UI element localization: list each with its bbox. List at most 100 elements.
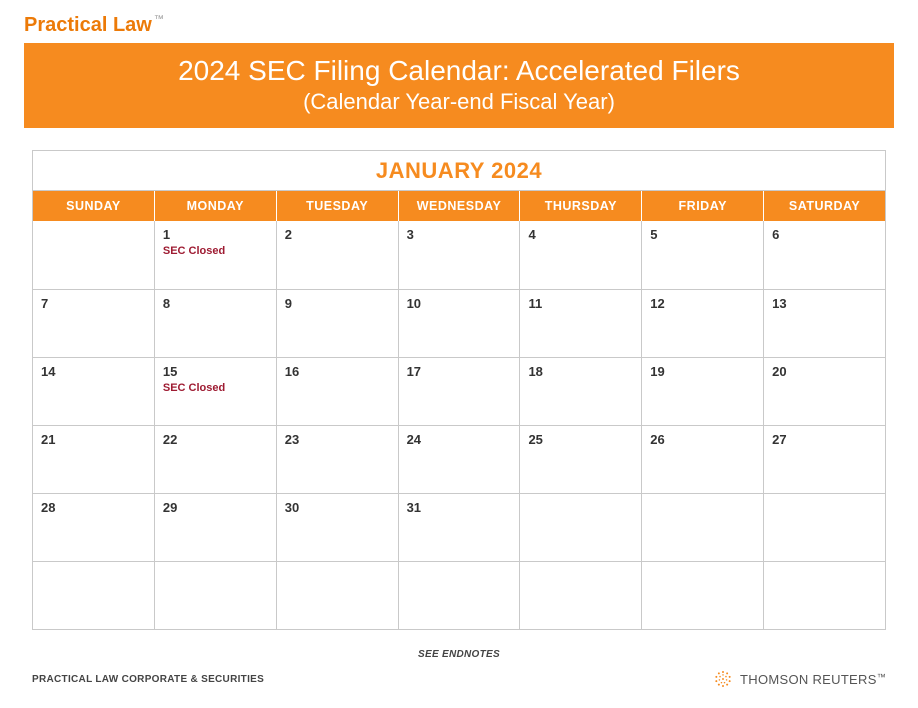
day-header-friday: FRIDAY [642, 191, 764, 221]
calendar-cell: 2 [277, 221, 399, 289]
calendar-cell: 17 [399, 358, 521, 425]
calendar-cell [399, 562, 521, 629]
calendar-cell: 6 [764, 221, 885, 289]
day-number: 23 [285, 432, 390, 447]
calendar-cell [520, 494, 642, 561]
week-row: 14 15 SEC Closed 16 17 18 19 20 [33, 357, 885, 425]
thomson-reuters-icon [714, 670, 732, 688]
week-row: 7 8 9 10 11 12 13 [33, 289, 885, 357]
calendar-cell: 5 [642, 221, 764, 289]
calendar-cell: 4 [520, 221, 642, 289]
calendar-cell: 15 SEC Closed [155, 358, 277, 425]
calendar-cell [33, 562, 155, 629]
day-number: 10 [407, 296, 512, 311]
day-number: 7 [41, 296, 146, 311]
day-number: 18 [528, 364, 633, 379]
calendar-cell: 12 [642, 290, 764, 357]
footer-row: PRACTICAL LAW CORPORATE & SECURITIES [32, 670, 886, 688]
calendar-cell: 1 SEC Closed [155, 221, 277, 289]
endnotes-text: SEE ENDNOTES [32, 649, 886, 660]
day-number: 3 [407, 227, 512, 242]
day-number: 1 [163, 227, 268, 242]
day-number: 13 [772, 296, 877, 311]
day-note: SEC Closed [163, 382, 268, 394]
calendar-cell [764, 562, 885, 629]
calendar-cell: 14 [33, 358, 155, 425]
day-number: 5 [650, 227, 755, 242]
calendar-cell [33, 221, 155, 289]
calendar-cell: 13 [764, 290, 885, 357]
day-number: 20 [772, 364, 877, 379]
calendar: JANUARY 2024 SUNDAY MONDAY TUESDAY WEDNE… [32, 150, 886, 630]
calendar-cell [642, 494, 764, 561]
calendar-cell: 9 [277, 290, 399, 357]
day-number: 26 [650, 432, 755, 447]
day-number: 2 [285, 227, 390, 242]
day-number: 8 [163, 296, 268, 311]
day-number: 29 [163, 500, 268, 515]
week-row [33, 561, 885, 629]
footer-right-text: THOMSON REUTERS™ [740, 672, 886, 687]
calendar-cell [155, 562, 277, 629]
calendar-cell: 23 [277, 426, 399, 493]
footer-right: THOMSON REUTERS™ [714, 670, 886, 688]
day-number: 21 [41, 432, 146, 447]
calendar-cell: 26 [642, 426, 764, 493]
week-row: 1 SEC Closed 2 3 4 5 6 [33, 221, 885, 289]
day-number: 17 [407, 364, 512, 379]
footer-left: PRACTICAL LAW CORPORATE & SECURITIES [32, 674, 264, 685]
day-header-row: SUNDAY MONDAY TUESDAY WEDNESDAY THURSDAY… [33, 191, 885, 221]
day-number: 11 [528, 296, 633, 311]
day-number: 15 [163, 364, 268, 379]
calendar-cell: 31 [399, 494, 521, 561]
day-number: 28 [41, 500, 146, 515]
day-header-wednesday: WEDNESDAY [399, 191, 521, 221]
day-number: 4 [528, 227, 633, 242]
day-header-monday: MONDAY [155, 191, 277, 221]
calendar-cell: 24 [399, 426, 521, 493]
day-number: 9 [285, 296, 390, 311]
calendar-cell: 30 [277, 494, 399, 561]
day-number: 16 [285, 364, 390, 379]
day-number: 27 [772, 432, 877, 447]
calendar-cell: 11 [520, 290, 642, 357]
calendar-cell: 10 [399, 290, 521, 357]
day-number: 25 [528, 432, 633, 447]
title-line2: (Calendar Year-end Fiscal Year) [36, 88, 882, 116]
day-header-saturday: SATURDAY [764, 191, 885, 221]
calendar-cell: 8 [155, 290, 277, 357]
day-number: 30 [285, 500, 390, 515]
day-number: 6 [772, 227, 877, 242]
calendar-cell [764, 494, 885, 561]
day-number: 19 [650, 364, 755, 379]
calendar-cell [642, 562, 764, 629]
trademark-symbol: ™ [154, 14, 164, 25]
calendar-cell: 29 [155, 494, 277, 561]
day-header-tuesday: TUESDAY [277, 191, 399, 221]
calendar-cell: 3 [399, 221, 521, 289]
day-number: 24 [407, 432, 512, 447]
calendar-cell: 7 [33, 290, 155, 357]
weeks-container: 1SEC Closed23456789101112131415SEC Close… [33, 221, 885, 629]
calendar-cell [277, 562, 399, 629]
calendar-cell: 22 [155, 426, 277, 493]
brand-logo: Practical Law™ [0, 0, 918, 43]
brand-name: Practical Law [24, 14, 152, 36]
day-number: 12 [650, 296, 755, 311]
calendar-cell: 19 [642, 358, 764, 425]
calendar-cell: 28 [33, 494, 155, 561]
calendar-cell: 27 [764, 426, 885, 493]
day-number: 31 [407, 500, 512, 515]
day-header-thursday: THURSDAY [520, 191, 642, 221]
calendar-cell: 25 [520, 426, 642, 493]
footer: SEE ENDNOTES PRACTICAL LAW CORPORATE & S… [0, 649, 918, 688]
day-number: 14 [41, 364, 146, 379]
calendar-cell: 16 [277, 358, 399, 425]
day-number: 22 [163, 432, 268, 447]
week-row: 21 22 23 24 25 26 27 [33, 425, 885, 493]
title-bar: 2024 SEC Filing Calendar: Accelerated Fi… [24, 43, 894, 128]
calendar-cell: 18 [520, 358, 642, 425]
calendar-cell [520, 562, 642, 629]
day-header-sunday: SUNDAY [33, 191, 155, 221]
day-note: SEC Closed [163, 245, 268, 257]
